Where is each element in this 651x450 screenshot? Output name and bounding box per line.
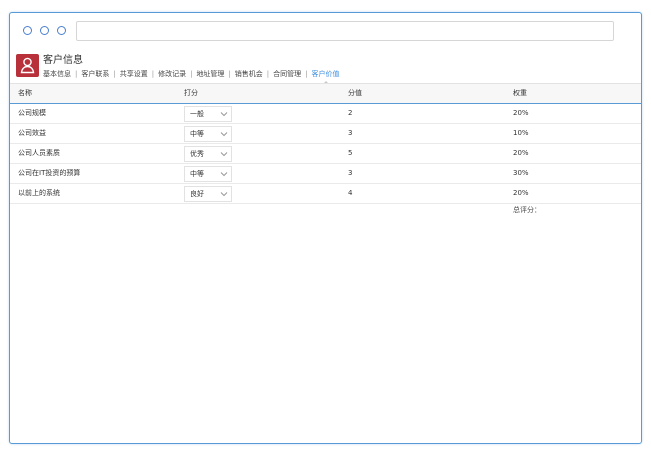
chevron-down-icon bbox=[220, 112, 228, 117]
table-row: 公司效益 中等 3 10% bbox=[10, 124, 641, 144]
tab-address-management[interactable]: 地址管理 bbox=[196, 69, 224, 79]
header-name: 名称 bbox=[18, 89, 32, 97]
table-row: 以前上的系统 良好 4 20% bbox=[10, 184, 641, 204]
window-dot-icon[interactable] bbox=[23, 26, 32, 35]
table-header: 名称 打分 分值 权重 bbox=[10, 83, 641, 104]
tab-sales-opportunities[interactable]: 销售机会 bbox=[235, 69, 263, 79]
rating-select[interactable]: 良好 bbox=[184, 186, 232, 202]
tab-separator: | bbox=[228, 70, 231, 78]
header-rating: 打分 bbox=[184, 89, 198, 97]
tab-share-settings[interactable]: 共享设置 bbox=[120, 69, 148, 79]
tab-bar: 基本信息 | 客户联系 | 共享设置 | 修改记录 | 地址管理 | 销售机会 … bbox=[43, 68, 340, 84]
row-weight: 10% bbox=[513, 129, 529, 137]
window-dot-icon[interactable] bbox=[40, 26, 49, 35]
rating-value: 中等 bbox=[190, 170, 204, 178]
tab-separator: | bbox=[113, 70, 116, 78]
row-name: 公司规模 bbox=[18, 109, 46, 117]
tab-change-log[interactable]: 修改记录 bbox=[158, 69, 186, 79]
row-weight: 20% bbox=[513, 109, 529, 117]
row-weight: 20% bbox=[513, 149, 529, 157]
rating-value: 优秀 bbox=[190, 150, 204, 158]
chevron-down-icon bbox=[220, 152, 228, 157]
page-title: 客户信息 bbox=[43, 55, 83, 66]
chevron-down-icon bbox=[220, 172, 228, 177]
rating-value: 中等 bbox=[190, 130, 204, 138]
tab-separator: | bbox=[266, 70, 270, 78]
rating-value: 良好 bbox=[190, 190, 204, 198]
row-weight: 20% bbox=[513, 189, 529, 197]
table-row: 公司规模 一般 2 20% bbox=[10, 104, 641, 124]
row-name: 公司效益 bbox=[18, 129, 46, 137]
tab-customer-value[interactable]: 客户价值 bbox=[311, 69, 340, 84]
app-window: 客户信息 基本信息 | 客户联系 | 共享设置 | 修改记录 | 地址管理 | … bbox=[9, 12, 642, 444]
row-name: 公司在IT投资的预算 bbox=[18, 169, 81, 177]
chevron-down-icon bbox=[220, 132, 228, 137]
tab-separator: | bbox=[151, 70, 155, 78]
rating-select[interactable]: 优秀 bbox=[184, 146, 232, 162]
rating-select[interactable]: 中等 bbox=[184, 126, 232, 142]
tab-basic-info[interactable]: 基本信息 bbox=[43, 69, 71, 79]
chevron-down-icon bbox=[220, 192, 228, 197]
rating-select[interactable]: 一般 bbox=[184, 106, 232, 122]
row-score: 3 bbox=[348, 129, 353, 137]
tab-customer-value-label: 客户价值 bbox=[311, 70, 340, 78]
address-bar[interactable] bbox=[76, 21, 614, 41]
total-score-label: 总评分： bbox=[513, 206, 541, 214]
rating-value: 一般 bbox=[190, 110, 204, 118]
avatar bbox=[16, 54, 39, 77]
tab-customer-contact[interactable]: 客户联系 bbox=[81, 69, 109, 79]
customer-value-table: 名称 打分 分值 权重 公司规模 一般 2 20% 公司效益 中等 3 10% … bbox=[10, 83, 641, 204]
row-name: 公司人员素质 bbox=[18, 149, 60, 157]
rating-select[interactable]: 中等 bbox=[184, 166, 232, 182]
row-name: 以前上的系统 bbox=[18, 189, 60, 197]
table-row: 公司在IT投资的预算 中等 3 30% bbox=[10, 164, 641, 184]
header-score: 分值 bbox=[348, 89, 362, 97]
user-icon bbox=[20, 57, 35, 74]
row-weight: 30% bbox=[513, 169, 529, 177]
header-weight: 权重 bbox=[513, 89, 527, 97]
row-score: 2 bbox=[348, 109, 353, 117]
table-row: 公司人员素质 优秀 5 20% bbox=[10, 144, 641, 164]
tab-separator: | bbox=[190, 70, 193, 78]
tab-contract-management[interactable]: 合同管理 bbox=[273, 69, 301, 79]
tab-separator: | bbox=[75, 70, 78, 78]
window-dot-icon[interactable] bbox=[57, 26, 66, 35]
title-bar bbox=[10, 13, 641, 49]
row-score: 4 bbox=[348, 189, 353, 197]
row-score: 5 bbox=[348, 149, 353, 157]
tab-separator: | bbox=[305, 70, 308, 78]
row-score: 3 bbox=[348, 169, 353, 177]
